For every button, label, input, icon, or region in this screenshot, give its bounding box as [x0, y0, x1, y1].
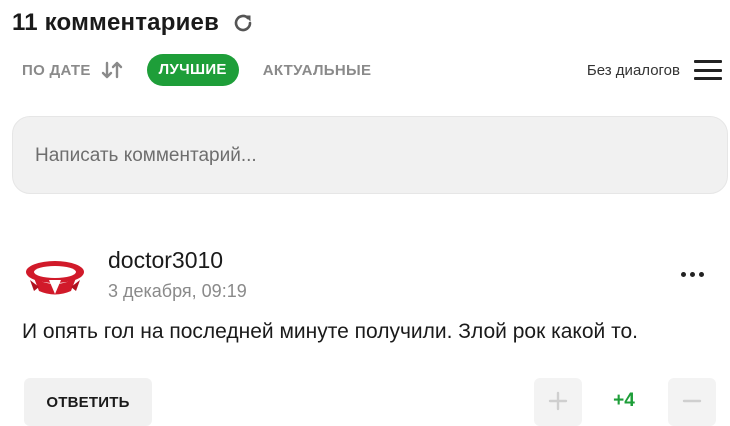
- comment-author[interactable]: doctor3010: [108, 247, 223, 274]
- minus-icon: [681, 390, 703, 415]
- refresh-icon[interactable]: [231, 11, 255, 35]
- comment-input[interactable]: [35, 117, 635, 195]
- threads-toggle[interactable]: Без диалогов: [587, 52, 722, 88]
- comment-composer[interactable]: [12, 116, 728, 195]
- sort-by-date[interactable]: ПО ДАТЕ: [22, 62, 91, 79]
- sort-bar: ПО ДАТЕ ЛУЧШИЕ АКТУАЛЬНЫЕ: [22, 52, 371, 88]
- comment-score: +4: [613, 390, 635, 411]
- sort-best[interactable]: ЛУЧШИЕ: [146, 54, 239, 86]
- upvote-button[interactable]: [534, 378, 582, 426]
- red-emblem-avatar-icon[interactable]: [22, 250, 88, 306]
- hamburger-icon[interactable]: [694, 60, 722, 80]
- plus-icon: [547, 390, 569, 415]
- threads-label: Без диалогов: [586, 61, 680, 79]
- comment-date: 3 декабря, 09:19: [108, 281, 247, 301]
- downvote-button[interactable]: [668, 378, 716, 426]
- sort-actual[interactable]: АКТУАЛЬНЫЕ: [263, 62, 372, 79]
- comment-text: И опять гол на последней минуте получили…: [22, 320, 638, 343]
- sort-arrows-icon[interactable]: [101, 60, 123, 80]
- reply-button[interactable]: ОТВЕТИТЬ: [24, 378, 152, 426]
- more-dots-icon[interactable]: [672, 262, 712, 286]
- comments-header: 11 комментариев: [12, 6, 255, 40]
- comments-count-title: 11 комментариев: [12, 9, 220, 36]
